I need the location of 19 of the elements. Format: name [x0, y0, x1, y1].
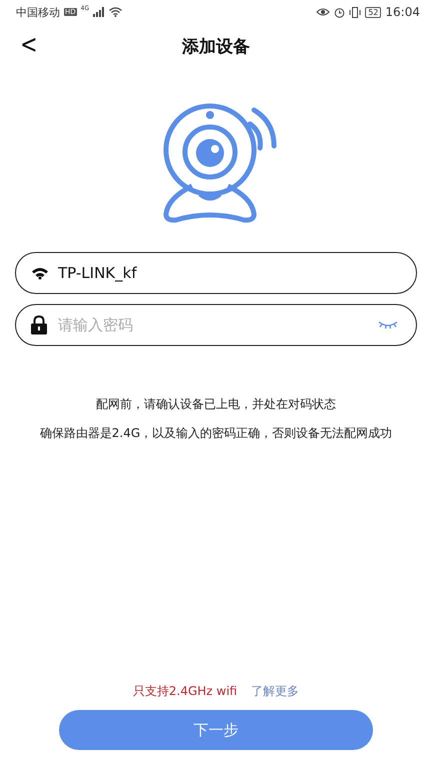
- eye-icon: [316, 7, 330, 17]
- alarm-icon: [334, 6, 346, 18]
- learn-more-link[interactable]: 了解更多: [251, 683, 300, 700]
- wifi-name-field[interactable]: TP-LINK_kf: [15, 252, 417, 294]
- carrier-name: 中国移动: [16, 4, 60, 20]
- lock-icon: [31, 316, 47, 334]
- instruction-text: 确保路由器是2.4G，以及输入的密码正确，否则设备无法配网成功: [40, 425, 392, 442]
- instruction-text: 配网前，请确认设备已上电，并处在对码状态: [96, 396, 336, 413]
- warning-text: 只支持2.4GHz wifi: [132, 683, 238, 700]
- wifi-icon: [31, 266, 49, 280]
- password-field[interactable]: 请输入密码: [15, 304, 417, 346]
- eye-closed-icon[interactable]: [377, 319, 399, 331]
- signal-icon: [93, 7, 106, 17]
- back-button[interactable]: <: [16, 30, 41, 60]
- clock-time: 16:04: [385, 5, 420, 19]
- page-title: 添加设备: [182, 36, 250, 58]
- wifi-icon: [109, 7, 122, 17]
- battery-level: 52: [365, 6, 382, 18]
- vibrate-icon: [349, 6, 362, 18]
